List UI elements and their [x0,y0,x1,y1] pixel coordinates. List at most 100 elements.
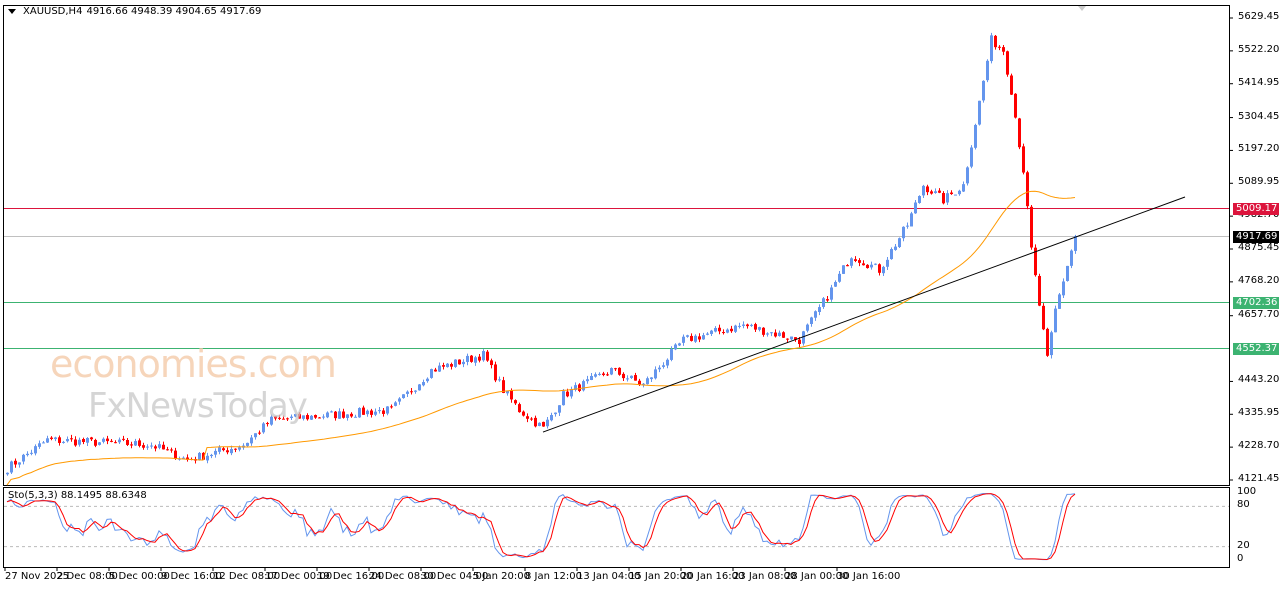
bear-candle [130,444,133,446]
bull-candle [78,439,81,445]
watermark-fxnewstoday: FxNewsToday [88,386,308,426]
bull-candle [766,333,769,335]
bull-candle [238,447,241,450]
bull-candle [54,437,57,440]
bull-candle [990,35,993,62]
bear-candle [602,373,605,376]
bull-candle [670,349,673,360]
bull-candle [310,415,313,420]
bear-candle [826,299,829,301]
price-tick-label: 4875.45 [1238,242,1280,253]
bear-candle [126,440,129,445]
chart-window[interactable]: economies.com FxNewsToday XAUUSD,H4 4916… [0,0,1280,589]
bear-candle [470,355,473,362]
bear-candle [370,410,373,415]
level-price-tag: 4702.36 [1233,296,1279,309]
bull-candle [662,365,665,367]
bull-candle [150,445,153,447]
bear-candle [226,450,229,453]
bear-candle [486,351,489,361]
bull-candle [210,454,213,457]
bull-candle [686,335,689,337]
chart-canvas[interactable] [0,0,1280,589]
bull-candle [326,412,329,418]
bull-candle [906,225,909,227]
bear-candle [718,327,721,332]
bull-candle [322,416,325,418]
bull-candle [230,448,233,454]
stochastic-level-label: 20 [1237,539,1250,551]
price-tick-label: 5522.20 [1238,43,1280,55]
bull-candle [790,336,793,340]
bear-candle [542,421,545,427]
bull-candle [550,415,553,421]
bear-candle [138,440,141,446]
bull-candle [586,379,589,382]
price-tick-label: 5414.95 [1238,76,1280,88]
chart-header: XAUUSD,H4 4916.66 4948.39 4904.65 4917.6… [8,6,261,17]
bull-candle [666,359,669,366]
bear-candle [258,432,261,434]
level-price-tag: 4552.37 [1233,342,1279,355]
bear-candle [362,407,365,415]
price-tick-label: 5197.20 [1238,143,1280,155]
bull-candle [466,355,469,362]
bear-candle [926,186,929,193]
bear-candle [142,445,145,448]
bull-candle [758,327,761,330]
bear-candle [1014,93,1017,118]
stochastic-level-label: 100 [1237,486,1257,497]
bull-candle [6,472,9,475]
bull-candle [22,454,25,462]
bull-candle [46,438,49,443]
bear-candle [614,368,617,370]
bear-candle [1026,172,1029,207]
bear-candle [1022,146,1025,173]
bear-candle [774,332,777,337]
bull-candle [770,332,773,334]
bull-candle [462,361,465,365]
bull-candle [158,444,161,448]
bear-candle [514,400,517,404]
bull-candle [890,249,893,260]
bear-candle [478,356,481,361]
watermark-economies: economies.com [50,342,337,386]
bear-candle [350,413,353,417]
bear-candle [938,190,941,193]
moving-average-line [6,190,1076,486]
dropdown-triangle-icon[interactable] [8,9,16,14]
bear-candle [1038,275,1041,306]
bull-candle [254,433,257,438]
stochastic-label: Sto(5,3,3) 88.1495 88.6348 [8,490,147,501]
bull-candle [10,461,13,473]
bull-candle [118,439,121,443]
bull-candle [742,324,745,326]
bear-candle [690,335,693,341]
bull-candle [966,167,969,184]
bull-candle [42,442,45,444]
bull-candle [558,405,561,413]
time-tick-label: 5 Jan 20:00 [473,571,530,582]
bear-candle [998,46,1001,48]
bull-candle [902,226,905,239]
stochastic-level-label: 80 [1237,499,1250,511]
bear-candle [526,416,529,419]
bull-candle [962,184,965,192]
bull-candle [714,328,717,332]
bear-candle [534,417,537,427]
bull-candle [206,455,209,461]
bear-candle [1010,75,1013,95]
bear-candle [1042,305,1045,330]
bear-candle [566,391,569,397]
price-tick-label: 4768.20 [1238,274,1280,286]
bear-candle [162,444,165,450]
bull-candle [398,398,401,402]
price-tick-label: 4443.20 [1238,374,1280,386]
bear-candle [858,260,861,263]
bull-candle [710,330,713,334]
bear-candle [450,364,453,367]
bull-candle [66,439,69,442]
bear-candle [762,327,765,335]
bull-candle [582,381,585,391]
bull-candle [38,443,41,447]
